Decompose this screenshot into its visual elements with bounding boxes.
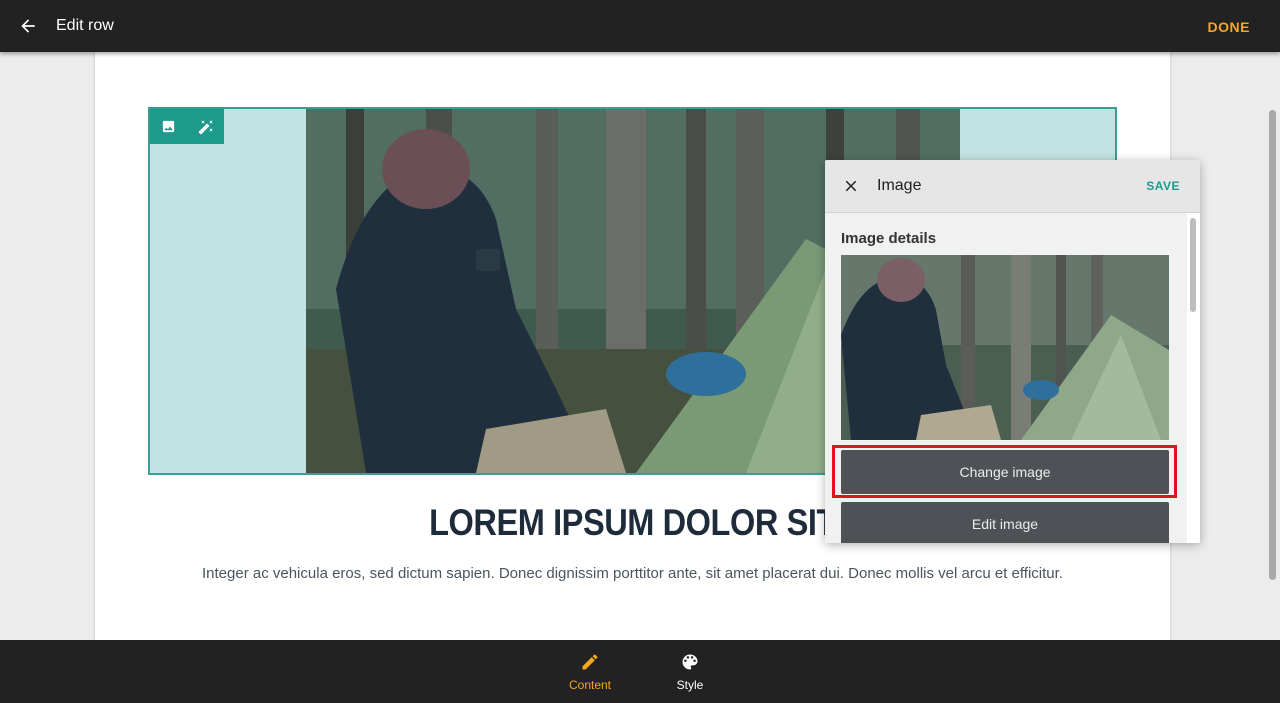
image-toolbar xyxy=(150,109,224,144)
top-app-bar: Edit row DONE xyxy=(0,0,1280,52)
tab-style-label: Style xyxy=(676,677,704,692)
section-title: Image details xyxy=(841,230,937,247)
panel-scrollbar-thumb[interactable] xyxy=(1190,218,1196,312)
change-image-button[interactable]: Change image xyxy=(841,450,1169,494)
body-text[interactable]: Integer ac vehicula eros, sed dictum sap… xyxy=(95,565,1170,582)
auto-fix-tool[interactable] xyxy=(187,109,224,144)
pencil-icon xyxy=(582,653,598,669)
tab-content[interactable]: Content xyxy=(550,640,630,703)
done-button[interactable]: DONE xyxy=(1208,19,1250,35)
back-button[interactable] xyxy=(0,0,56,52)
save-button[interactable]: SAVE xyxy=(1146,179,1180,193)
arrow-left-icon xyxy=(21,19,35,33)
page-scrollbar-thumb[interactable] xyxy=(1269,110,1276,580)
panel-title: Image xyxy=(877,177,922,194)
panel-body: Image details Change image Edit image xyxy=(825,213,1187,543)
magic-wand-icon xyxy=(198,119,213,134)
image-icon xyxy=(162,120,175,133)
image-panel: Image SAVE Image details Change image Ed… xyxy=(825,160,1200,543)
close-icon xyxy=(845,180,857,192)
image-thumbnail xyxy=(841,255,1169,440)
tab-style[interactable]: Style xyxy=(650,640,730,703)
edit-image-button[interactable]: Edit image xyxy=(841,502,1169,543)
panel-header: Image SAVE xyxy=(825,160,1200,213)
change-image-tool[interactable] xyxy=(150,109,187,144)
close-panel-button[interactable] xyxy=(825,160,877,213)
page-title: Edit row xyxy=(56,17,114,34)
palette-icon xyxy=(682,654,698,669)
bottom-nav: Content Style xyxy=(0,640,1280,703)
tab-content-label: Content xyxy=(568,677,612,692)
